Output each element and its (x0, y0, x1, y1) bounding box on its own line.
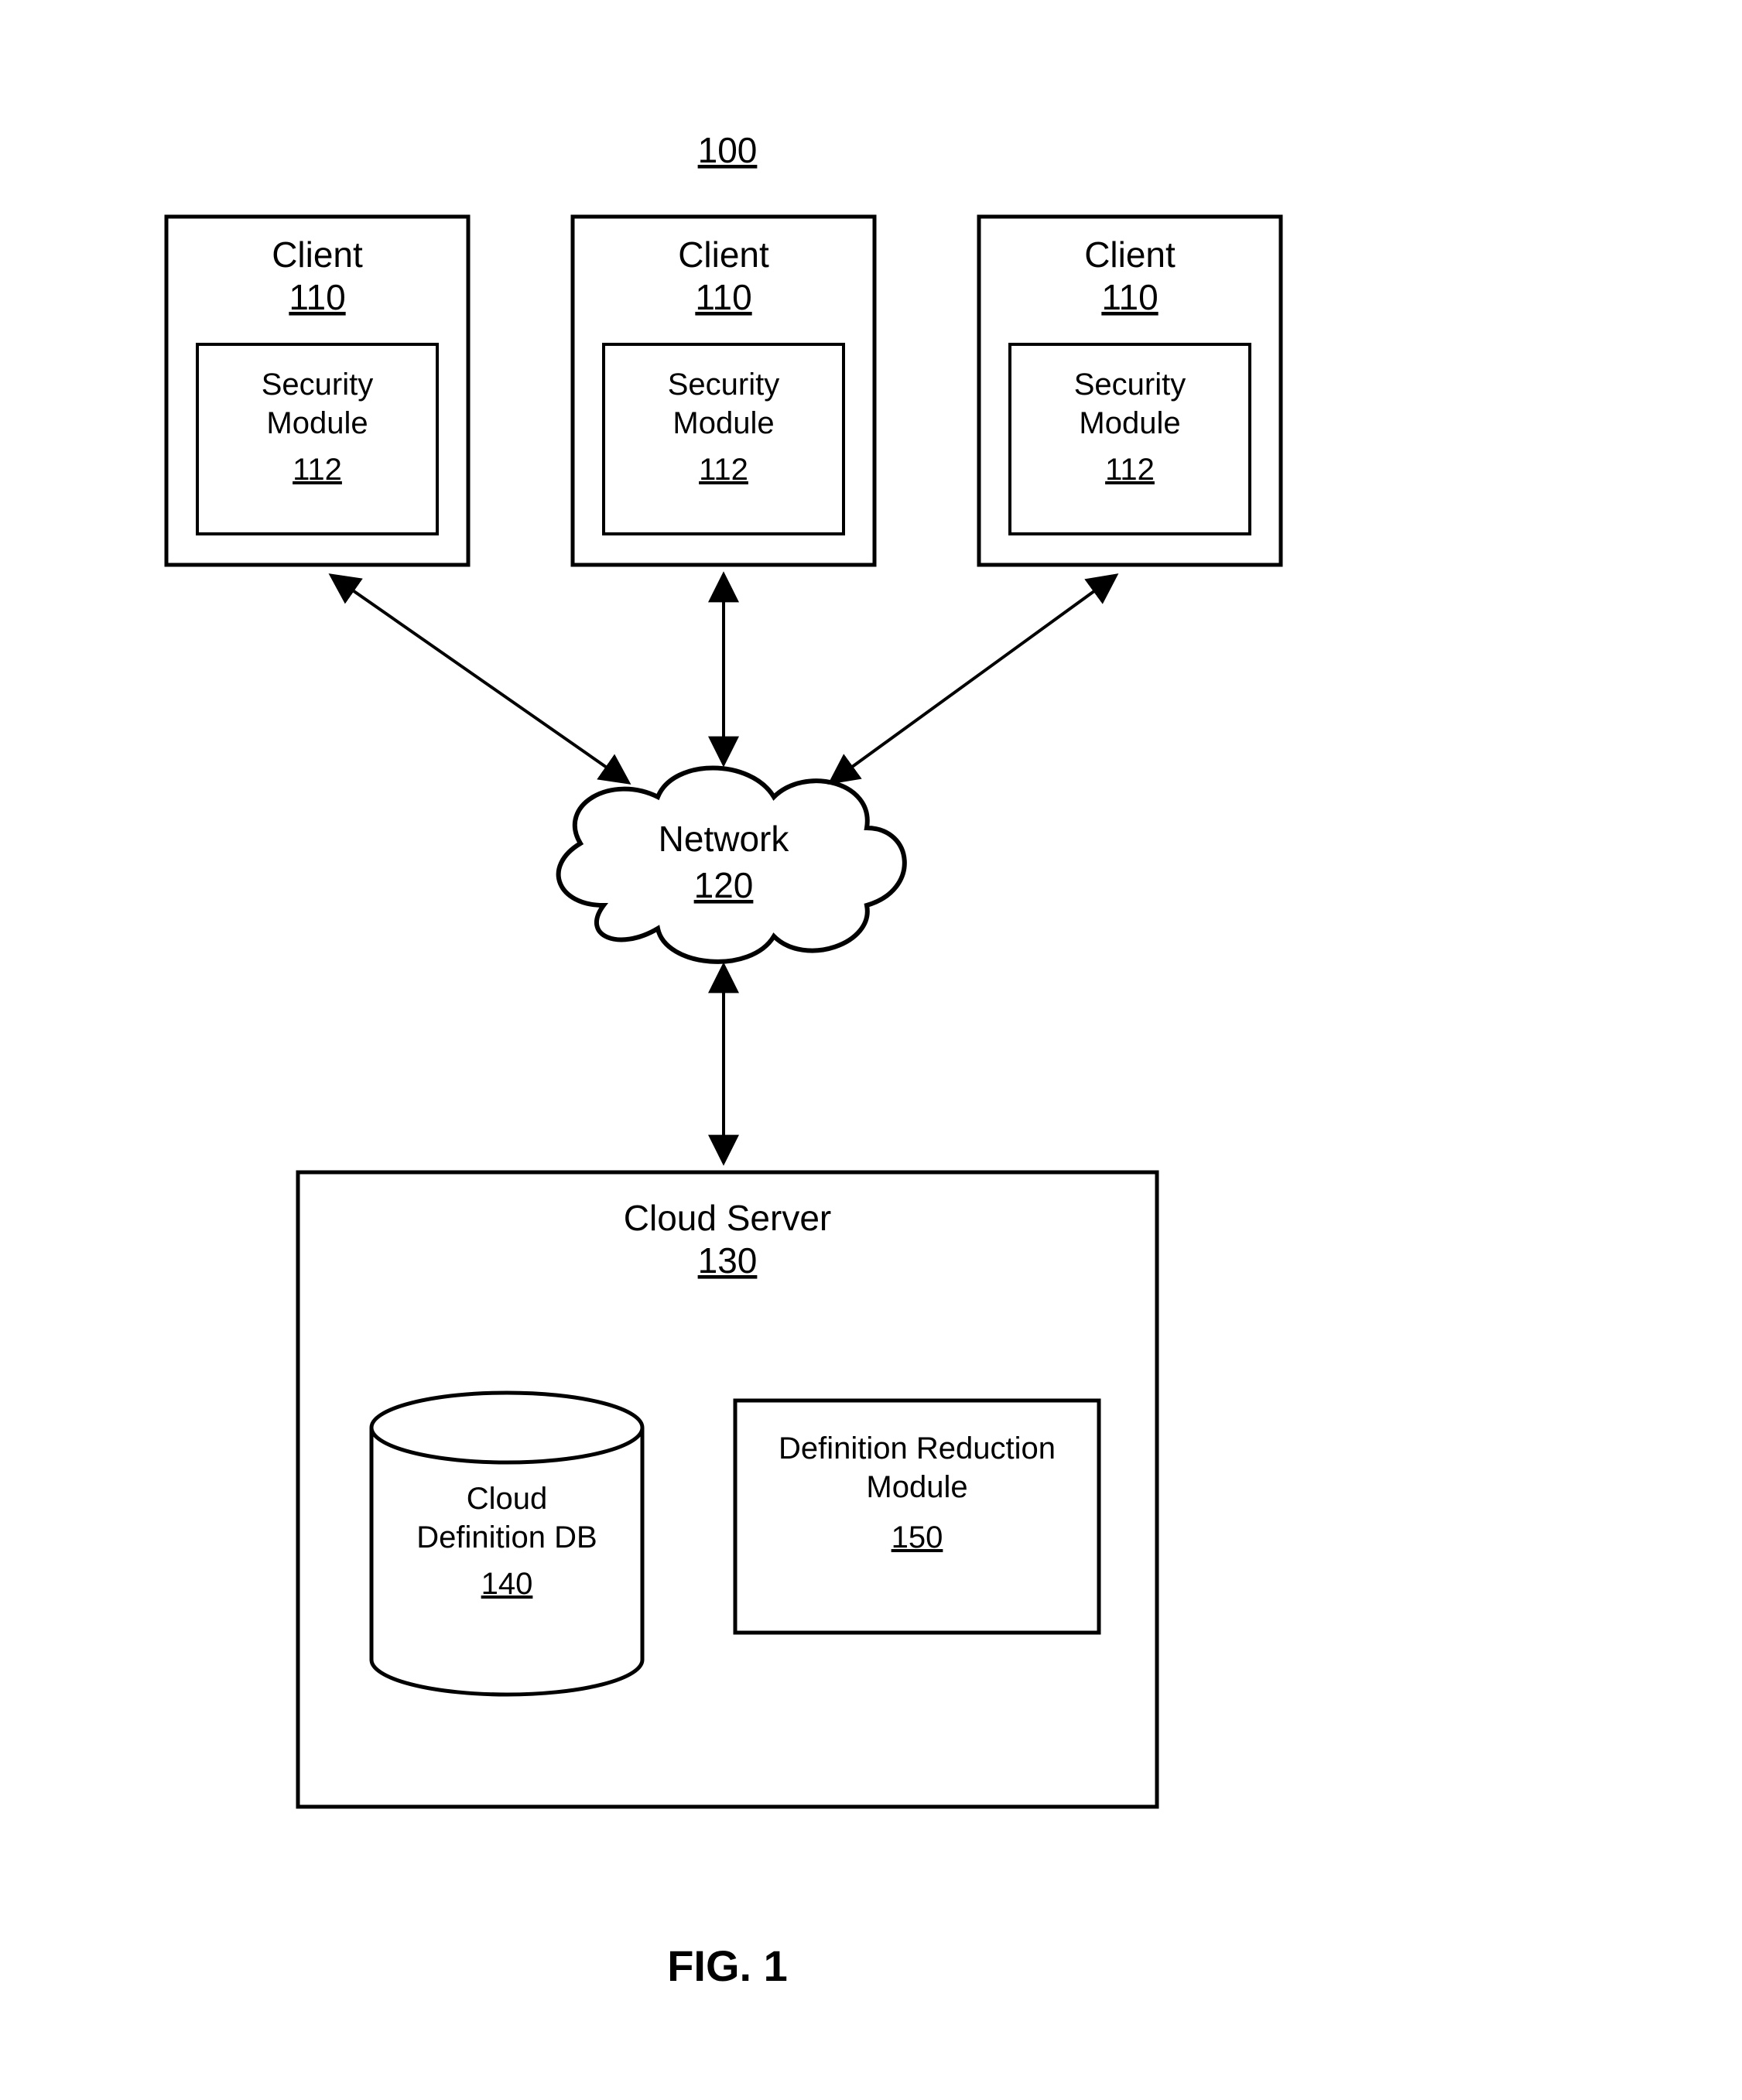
drm-ref: 150 (892, 1520, 943, 1554)
network-ref: 120 (694, 865, 754, 905)
db-ref: 140 (481, 1567, 533, 1601)
client-box-2: Client 110 Security Module 112 (573, 217, 874, 565)
security-module-ref: 112 (293, 453, 342, 487)
security-module-title: Security (1074, 368, 1186, 402)
security-module-title2: Module (673, 406, 774, 440)
security-module-title2: Module (1079, 406, 1180, 440)
db-line1: Cloud (467, 1482, 548, 1516)
security-module-title: Security (262, 368, 374, 402)
arrow-client3-network (832, 576, 1114, 782)
drm-line1: Definition Reduction (779, 1431, 1056, 1466)
client-box-1: Client 110 Security Module 112 (166, 217, 468, 565)
security-module-ref: 112 (1105, 453, 1155, 487)
arrow-client1-network (333, 576, 627, 782)
figure-caption: FIG. 1 (667, 1941, 788, 1990)
client-title: Client (678, 234, 769, 275)
server-title: Cloud Server (624, 1198, 831, 1238)
client-title: Client (272, 234, 363, 275)
figure-ref: 100 (698, 130, 758, 170)
db-line2: Definition DB (416, 1520, 597, 1554)
security-module-title2: Module (266, 406, 368, 440)
client-title: Client (1084, 234, 1176, 275)
network-title: Network (659, 819, 790, 859)
security-module-ref: 112 (699, 453, 748, 487)
client-ref: 110 (1101, 277, 1158, 317)
security-module-title: Security (668, 368, 780, 402)
definition-reduction-module: Definition Reduction Module 150 (735, 1401, 1099, 1633)
server-ref: 130 (698, 1240, 758, 1281)
cloud-server-box: Cloud Server 130 Cloud Definition DB 140… (298, 1172, 1157, 1807)
client-box-3: Client 110 Security Module 112 (979, 217, 1281, 565)
client-ref: 110 (289, 277, 345, 317)
network-cloud: Network 120 (559, 768, 905, 962)
client-ref: 110 (695, 277, 751, 317)
cloud-definition-db: Cloud Definition DB 140 (371, 1393, 642, 1695)
drm-line2: Module (866, 1470, 967, 1504)
